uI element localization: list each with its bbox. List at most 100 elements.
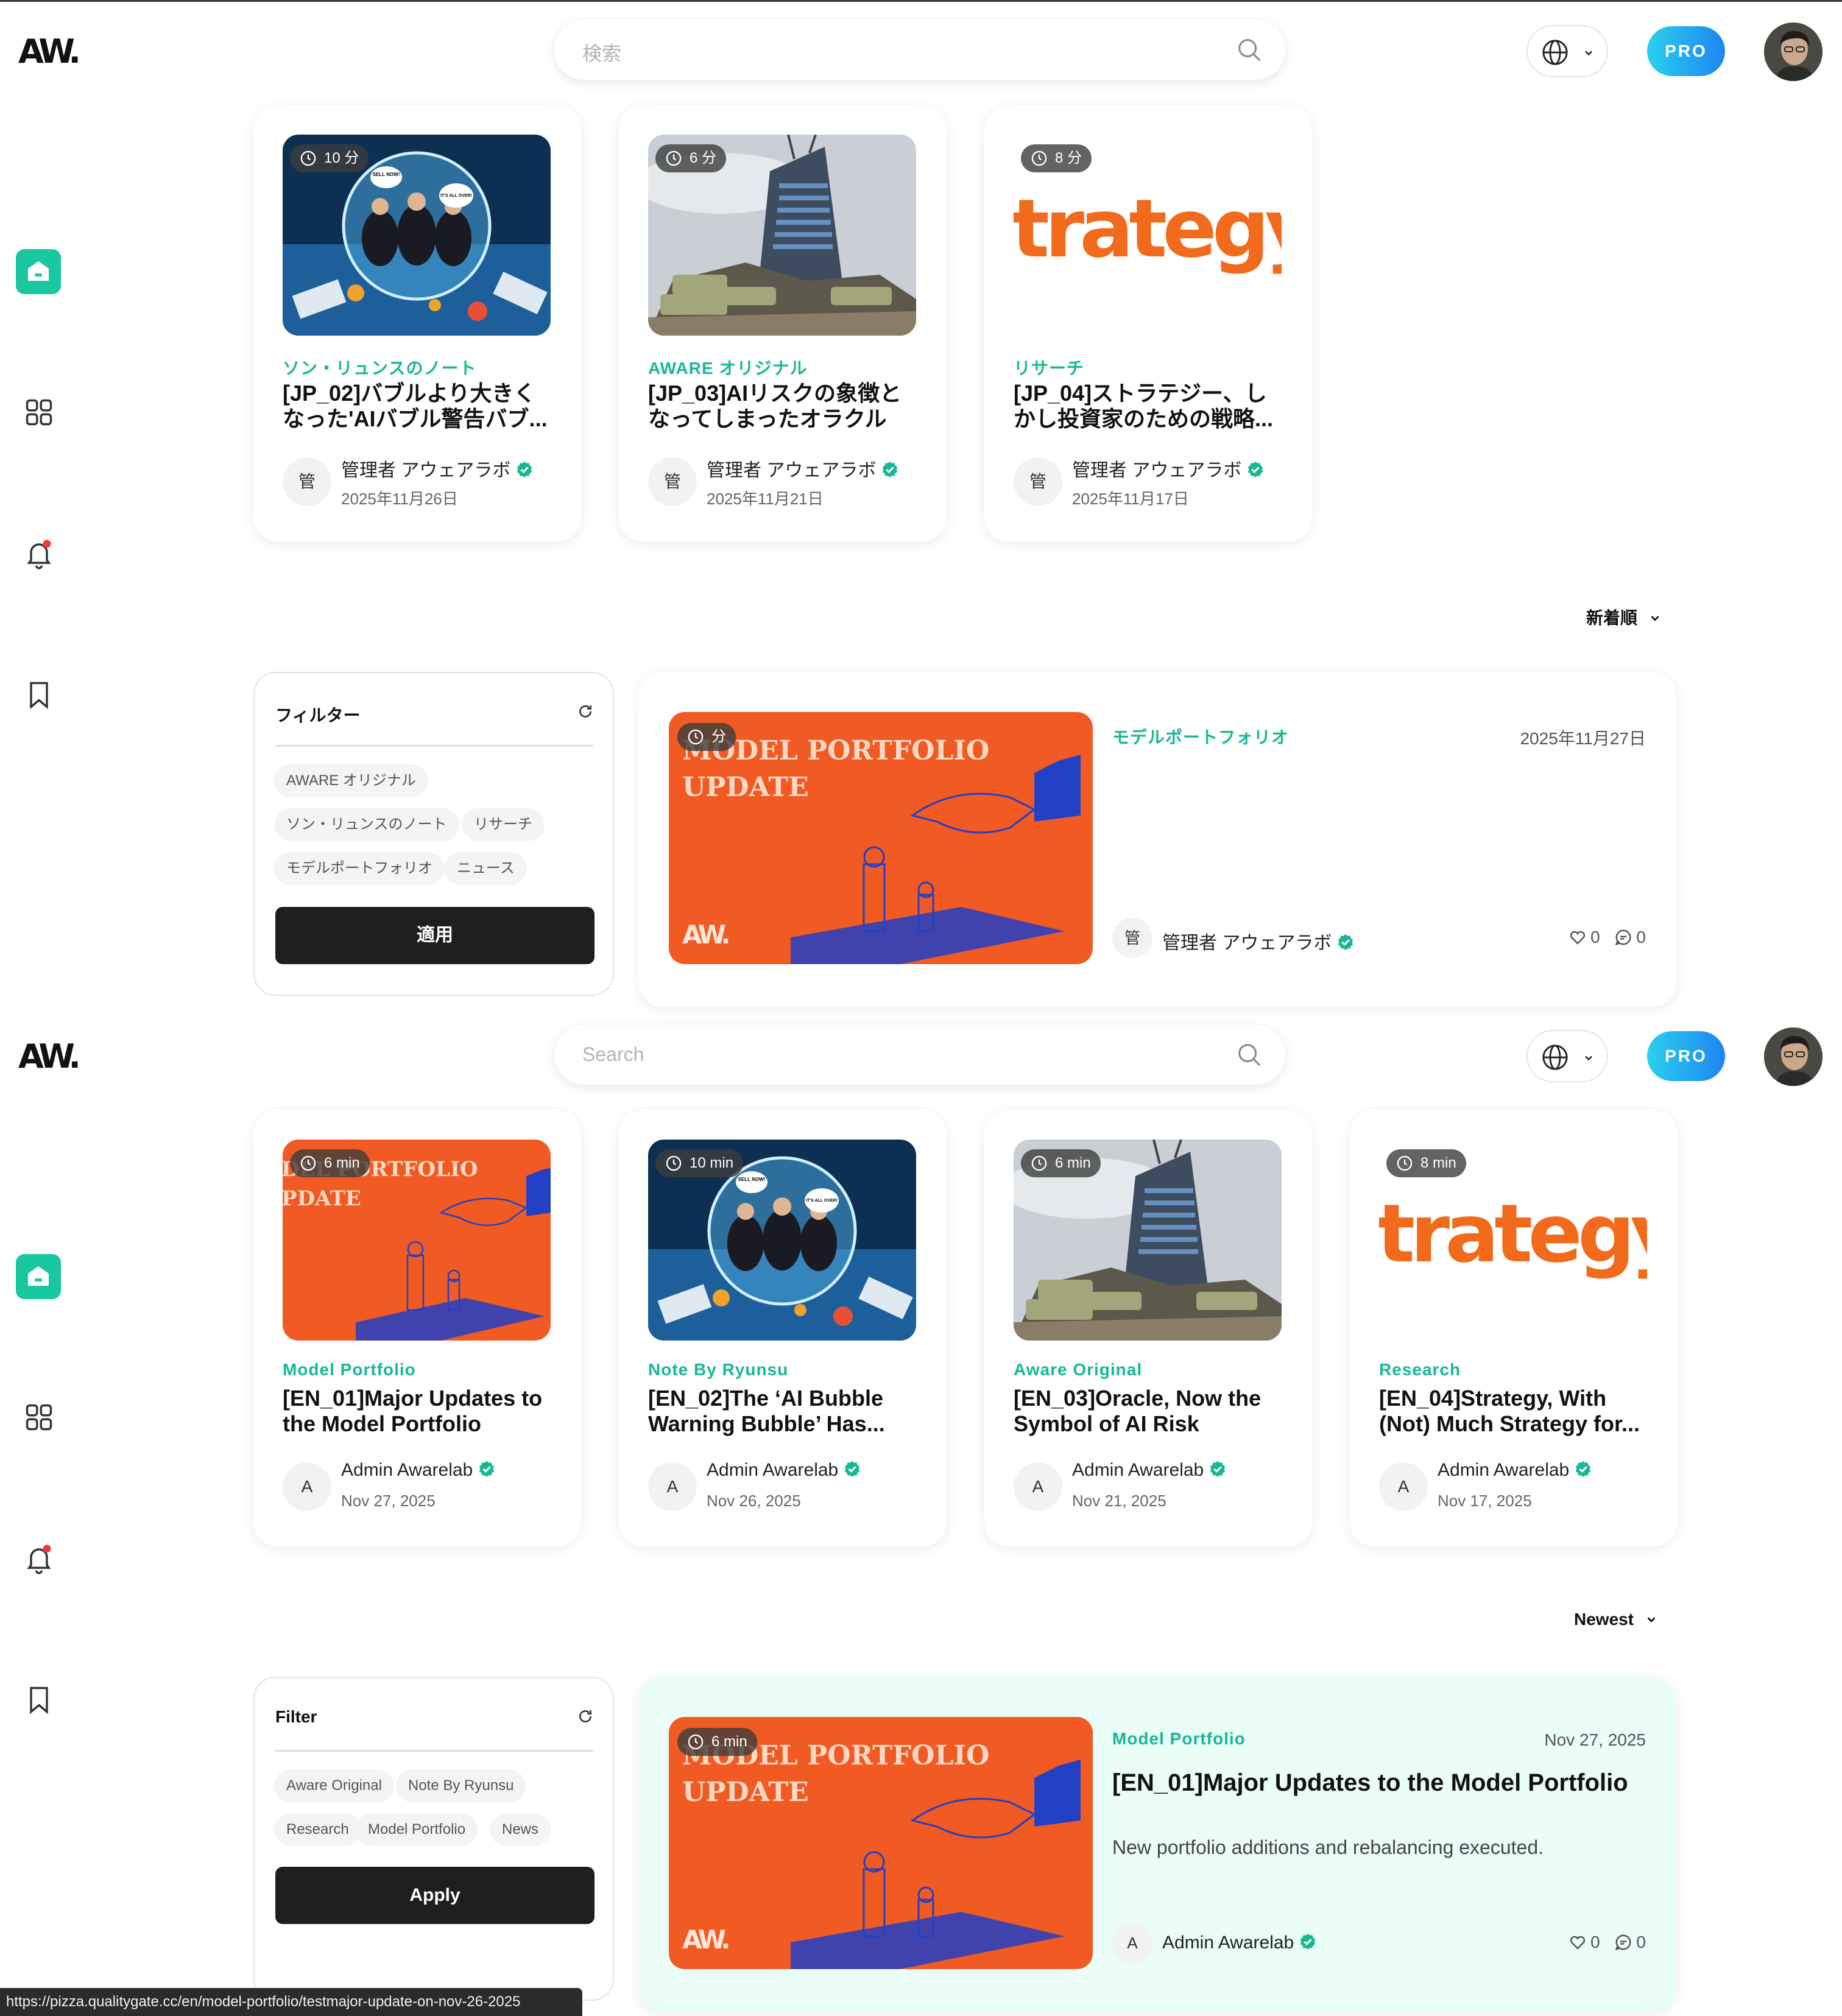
search-icon[interactable]: [1235, 36, 1263, 64]
featured-category[interactable]: モデルポートフォリオ: [1112, 724, 1289, 749]
filter-chip[interactable]: Model Portfolio: [356, 1813, 478, 1846]
article-thumbnail[interactable]: 6 分: [648, 135, 916, 336]
author-name: Admin Awarelab: [1162, 1933, 1317, 1953]
article-thumbnail[interactable]: SELL NOW! IT'S ALL OVER! 10 分: [283, 135, 551, 336]
article-thumbnail[interactable]: 6 min: [1014, 1140, 1282, 1341]
filter-chip[interactable]: リサーチ: [462, 808, 545, 841]
featured-category[interactable]: Model Portfolio: [1112, 1729, 1246, 1749]
article-category[interactable]: ソン・リュンスのノート: [283, 355, 476, 379]
article-card[interactable]: DEL PORTFOLIO PDATE 6 min Model Portfoli…: [253, 1110, 581, 1546]
user-avatar[interactable]: [1764, 1027, 1823, 1086]
language-selector[interactable]: [1526, 25, 1608, 77]
search-bar[interactable]: 検索: [554, 20, 1285, 80]
article-card[interactable]: 6 分 AWARE オリジナル [JP_03]AIリスクの象徴となってしまったオ…: [619, 105, 947, 541]
article-category[interactable]: Model Portfolio: [283, 1360, 416, 1380]
grid-icon[interactable]: [23, 1401, 55, 1433]
filter-title: Filter: [275, 1707, 317, 1726]
verified-icon: [1300, 1933, 1316, 1950]
article-title[interactable]: [EN_02]The ‘AI Bubble Warning Bubble’ Ha…: [648, 1386, 922, 1437]
read-time-badge: 6 分: [655, 144, 727, 172]
search-input[interactable]: Search: [582, 1043, 644, 1066]
like-count: 0: [1590, 928, 1600, 946]
comment-icon[interactable]: [1614, 1933, 1632, 1951]
article-card[interactable]: 6 min Aware Original [EN_03]Oracle, Now …: [984, 1110, 1312, 1546]
filter-chip[interactable]: ソン・リュンスのノート: [274, 808, 459, 841]
pro-button[interactable]: PRO: [1647, 1031, 1725, 1081]
article-title[interactable]: [EN_01]Major Updates to the Model Portfo…: [283, 1386, 557, 1437]
article-card[interactable]: trategy 8 min Research [EN_04]Strategy, …: [1350, 1110, 1678, 1546]
language-selector[interactable]: [1526, 1030, 1608, 1082]
author-name: Admin Awarelab: [1072, 1460, 1227, 1481]
site-logo[interactable]: AW.: [18, 32, 81, 71]
filter-chip[interactable]: News: [490, 1813, 551, 1846]
sort-dropdown[interactable]: 新着順: [1586, 605, 1662, 629]
filter-title: フィルター: [275, 706, 361, 725]
search-icon[interactable]: [1235, 1041, 1263, 1069]
heart-icon[interactable]: [1569, 1933, 1587, 1951]
article-title[interactable]: [EN_04]Strategy, With (Not) Much Strateg…: [1379, 1386, 1653, 1437]
article-title[interactable]: [JP_03]AIリスクの象徴となってしまったオラクル: [648, 381, 922, 432]
user-avatar[interactable]: [1764, 23, 1823, 81]
featured-thumbnail[interactable]: MODEL PORTFOLIO UPDATE AW. 6 min: [669, 1717, 1093, 1969]
article-category[interactable]: リサーチ: [1014, 355, 1084, 379]
author-avatar: A: [1014, 1462, 1062, 1511]
featured-article[interactable]: MODEL PORTFOLIO UPDATE AW. 6 min Model P…: [638, 1677, 1676, 2012]
home-icon: [28, 1266, 49, 1286]
article-date: 2025年11月17日: [1072, 490, 1189, 508]
article-date: Nov 26, 2025: [707, 1492, 801, 1510]
article-category[interactable]: Note By Ryunsu: [648, 1360, 788, 1380]
article-category[interactable]: Aware Original: [1014, 1360, 1142, 1380]
featured-title[interactable]: [EN_01]Major Updates to the Model Portfo…: [1112, 1769, 1628, 1797]
apply-button[interactable]: 適用: [275, 907, 595, 964]
filter-chip[interactable]: ニュース: [445, 852, 527, 885]
strategy-wordmark: trategy: [1379, 1187, 1647, 1281]
bell-icon[interactable]: [23, 538, 55, 569]
clock-icon: [666, 150, 682, 166]
article-card[interactable]: SELL NOW! IT'S ALL OVER! 10 分 ソン・リュンスのノー…: [253, 105, 581, 541]
filter-chip[interactable]: Research: [274, 1813, 361, 1846]
bookmark-icon[interactable]: [23, 1684, 55, 1716]
apply-button[interactable]: Apply: [275, 1867, 595, 1924]
chevron-down-icon: [1585, 1056, 1592, 1061]
grid-icon[interactable]: [23, 397, 55, 428]
clock-icon: [300, 150, 316, 166]
filter-chip[interactable]: Note By Ryunsu: [396, 1769, 526, 1802]
filter-chip[interactable]: Aware Original: [274, 1769, 394, 1802]
article-category[interactable]: Research: [1379, 1360, 1461, 1380]
thumb-text-line2: UPDATE: [682, 1777, 809, 1808]
featured-description: New portfolio additions and rebalancing …: [1112, 1836, 1544, 1858]
article-thumbnail[interactable]: trategy 8 分: [1014, 135, 1282, 336]
article-card[interactable]: SELL NOW! IT'S ALL OVER! 10 min Note By …: [619, 1110, 947, 1546]
article-category[interactable]: AWARE オリジナル: [648, 355, 807, 379]
search-bar[interactable]: Search: [554, 1025, 1285, 1085]
featured-article[interactable]: MODEL PORTFOLIO UPDATE AW. 分 モデルポートフォリオ …: [638, 672, 1676, 1007]
article-title[interactable]: [JP_02]バブルより大きくなった'AIバブル警告バブ...: [283, 381, 557, 432]
sidebar-home-button[interactable]: [16, 249, 61, 294]
article-card[interactable]: trategy 8 分 リサーチ [JP_04]ストラテジー、しかし投資家のため…: [984, 105, 1312, 541]
bell-icon[interactable]: [23, 1543, 55, 1574]
author-name: 管理者 アウェアラボ: [341, 455, 534, 482]
sort-dropdown[interactable]: Newest: [1574, 1610, 1658, 1629]
bookmark-icon[interactable]: [23, 679, 55, 711]
search-input[interactable]: 検索: [582, 38, 621, 66]
pro-button[interactable]: PRO: [1647, 26, 1725, 76]
article-title[interactable]: [EN_03]Oracle, Now the Symbol of AI Risk: [1014, 1386, 1288, 1437]
article-thumbnail[interactable]: trategy 8 min: [1379, 1140, 1647, 1341]
refresh-icon[interactable]: [577, 703, 593, 719]
engagement-stats: 0 0: [1569, 928, 1646, 947]
article-title[interactable]: [JP_04]ストラテジー、しかし投資家のための戦略...: [1014, 381, 1288, 432]
verified-icon: [1576, 1461, 1591, 1477]
heart-icon[interactable]: [1569, 928, 1587, 946]
sidebar-home-button[interactable]: [16, 1254, 61, 1299]
filter-chip[interactable]: AWARE オリジナル: [274, 764, 428, 797]
verified-icon: [1338, 934, 1353, 950]
read-time-badge: 10 min: [655, 1149, 744, 1177]
article-thumbnail[interactable]: DEL PORTFOLIO PDATE 6 min: [283, 1140, 551, 1341]
refresh-icon[interactable]: [577, 1708, 593, 1724]
divider: [275, 745, 593, 747]
filter-chip[interactable]: モデルポートフォリオ: [274, 852, 445, 885]
comment-icon[interactable]: [1614, 928, 1632, 946]
article-thumbnail[interactable]: SELL NOW! IT'S ALL OVER! 10 min: [648, 1140, 916, 1341]
featured-thumbnail[interactable]: MODEL PORTFOLIO UPDATE AW. 分: [669, 712, 1093, 964]
site-logo[interactable]: AW.: [18, 1037, 81, 1076]
